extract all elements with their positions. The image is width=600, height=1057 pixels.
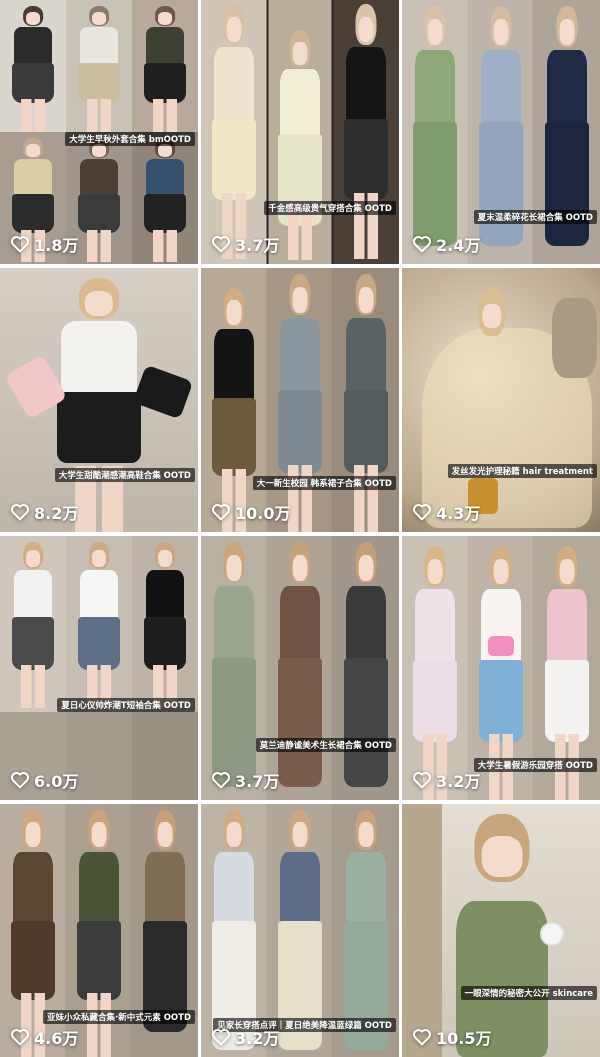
like-count: 3.7万	[235, 236, 280, 255]
model-figure	[335, 4, 397, 259]
feed-card-10[interactable]: 亚妹小众私藏合集·新中式元素 OOTD 4.6万	[0, 804, 198, 1057]
like-count: 10.5万	[436, 1029, 492, 1048]
model-figure	[70, 138, 128, 262]
collage-panel	[132, 712, 198, 800]
heart-outline-icon	[413, 504, 431, 521]
heart-outline-icon	[413, 1029, 431, 1046]
dried-flowers	[552, 298, 597, 378]
feed-card-3[interactable]: 夏末温柔碎花长裙合集 OOTD 2.4万	[402, 0, 600, 264]
like-counter[interactable]: 4.3万	[412, 500, 480, 524]
like-counter[interactable]: 8.2万	[10, 500, 78, 524]
note-title-caption: 亚妹小众私藏合集·新中式元素 OOTD	[43, 1010, 195, 1024]
like-count: 4.6万	[34, 1029, 79, 1048]
heart-outline-icon	[11, 772, 29, 789]
feed-card-8[interactable]: 莫兰迪静谧美术生长裙合集 OOTD 3.7万	[201, 536, 399, 800]
skincare-jar	[540, 922, 564, 946]
like-counter[interactable]: 3.7万	[211, 232, 279, 256]
like-count: 4.3万	[436, 504, 481, 523]
feed-card-2[interactable]: 千金感高级贵气穿搭合集 OOTD 3.7万	[201, 0, 399, 264]
like-counter[interactable]: 10.0万	[211, 500, 290, 524]
note-title-caption: 莫兰迪静谧美术生长裙合集 OOTD	[255, 738, 396, 752]
heart-outline-icon	[11, 504, 29, 521]
like-count: 8.2万	[34, 504, 79, 523]
note-title-caption: 一眼深情的秘密大公开 skincare	[460, 986, 597, 1000]
feed-card-4[interactable]: 大学生甜酷潮感潮高鞋合集 OOTD 8.2万	[0, 268, 198, 532]
note-title-caption: 夏日心仪帅炸潮T短袖合集 OOTD	[57, 698, 195, 712]
like-count: 3.2万	[235, 1029, 280, 1048]
like-counter[interactable]: 3.7万	[211, 768, 279, 792]
like-count: 3.2万	[436, 772, 481, 791]
like-counter[interactable]: 10.5万	[412, 1025, 491, 1049]
like-counter[interactable]: 2.4万	[412, 232, 480, 256]
feed-card-6[interactable]: 发丝发光护理秘籍 hair treatment 4.3万	[402, 268, 600, 532]
feed-card-1[interactable]: 大学生早秋外套合集 bmOOTD 1.8万	[0, 0, 198, 264]
note-feed-grid: 大学生早秋外套合集 bmOOTD 1.8万 千金感高级贵气穿搭合集 OOTD 3…	[0, 0, 600, 1057]
model-figure	[335, 274, 397, 532]
like-counter[interactable]: 6.0万	[10, 768, 78, 792]
heart-outline-icon	[212, 504, 230, 521]
model-figure	[4, 542, 62, 708]
model-figure	[452, 288, 532, 448]
like-counter[interactable]: 3.2万	[211, 1025, 279, 1049]
note-title-caption: 夏末温柔碎花长裙合集 OOTD	[473, 210, 597, 224]
like-count: 3.7万	[235, 772, 280, 791]
model-figure	[335, 542, 397, 800]
note-title-caption: 大一新生校园 韩系裙子合集 OOTD	[252, 476, 396, 490]
heart-outline-icon	[11, 1029, 29, 1046]
model-figure	[269, 30, 331, 260]
feed-card-5[interactable]: 大一新生校园 韩系裙子合集 OOTD 10.0万	[201, 268, 399, 532]
model-figure	[269, 274, 331, 532]
model-figure	[136, 138, 194, 262]
heart-outline-icon	[212, 772, 230, 789]
heart-outline-icon	[413, 772, 431, 789]
like-count: 2.4万	[436, 236, 481, 255]
model-figure	[136, 542, 194, 708]
note-title-caption: 大学生甜酷潮感潮高鞋合集 OOTD	[54, 468, 195, 482]
model-figure	[136, 6, 194, 132]
doorway	[402, 804, 442, 1057]
heart-outline-icon	[11, 236, 29, 253]
model-figure	[70, 542, 128, 708]
feed-card-7[interactable]: 夏日心仪帅炸潮T短袖合集 OOTD 6.0万	[0, 536, 198, 800]
note-title-caption: 千金感高级贵气穿搭合集 OOTD	[264, 201, 396, 215]
pink-bag	[488, 636, 514, 656]
like-counter[interactable]: 4.6万	[10, 1025, 78, 1049]
feed-card-9[interactable]: 大学生暑假游乐园穿搭 OOTD 3.2万	[402, 536, 600, 800]
model-figure	[404, 546, 466, 800]
like-count: 1.8万	[34, 236, 79, 255]
like-count: 6.0万	[34, 772, 79, 791]
model-figure	[269, 542, 331, 800]
model-figure	[4, 6, 62, 132]
heart-outline-icon	[212, 1029, 230, 1046]
note-title-caption: 大学生暑假游乐园穿搭 OOTD	[473, 758, 597, 772]
note-title-caption: 大学生早秋外套合集 bmOOTD	[65, 132, 195, 146]
heart-outline-icon	[413, 236, 431, 253]
model-figure	[536, 6, 598, 264]
feed-card-11[interactable]: 见家长穿搭点评｜夏日绝美降温蓝绿篇 OOTD 3.2万	[201, 804, 399, 1057]
note-title-caption: 发丝发光护理秘籍 hair treatment	[447, 464, 597, 478]
model-figure	[203, 542, 265, 800]
heart-outline-icon	[212, 236, 230, 253]
like-counter[interactable]: 3.2万	[412, 768, 480, 792]
model-figure	[404, 6, 466, 264]
model-figure	[203, 4, 265, 259]
like-count: 10.0万	[235, 504, 291, 523]
model-figure	[70, 6, 128, 132]
feed-card-12[interactable]: 一眼深情的秘密大公开 skincare 10.5万	[402, 804, 600, 1057]
model-figure	[203, 288, 265, 532]
model-figure	[470, 6, 532, 264]
like-counter[interactable]: 1.8万	[10, 232, 78, 256]
